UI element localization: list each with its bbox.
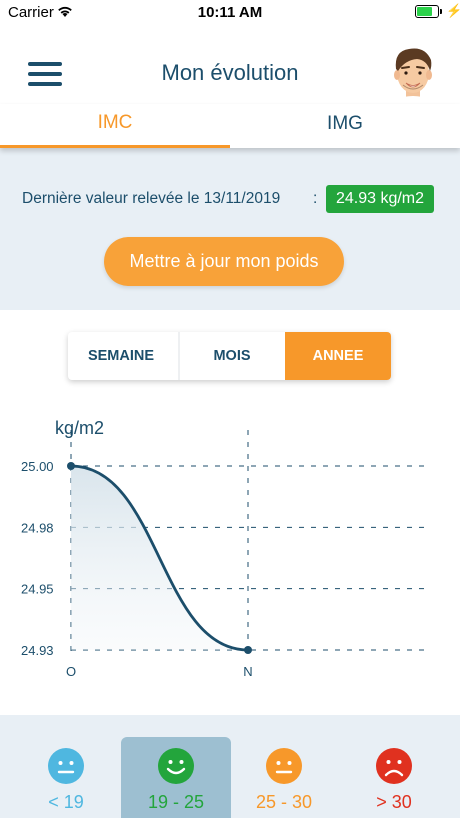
user-avatar[interactable] [387, 42, 439, 108]
category-underweight[interactable]: < 19 [11, 715, 121, 818]
tab-imc[interactable]: IMC [0, 104, 230, 148]
status-bar: Carrier 10:11 AM ⚡ [0, 0, 460, 26]
frowning-face-icon [376, 748, 412, 784]
period-selector: SEMAINE MOIS ANNEE [68, 332, 391, 380]
period-month-button[interactable]: MOIS [178, 332, 284, 380]
bmi-categories: < 19 19 - 25 25 - 30 > 30 [0, 715, 460, 818]
y-tick-label: 24.98 [21, 520, 54, 535]
battery-tip [440, 9, 442, 14]
tab-img[interactable]: IMG [230, 104, 460, 148]
update-weight-button[interactable]: Mettre à jour mon poids [104, 237, 344, 286]
y-tick-label: 25.00 [21, 459, 54, 474]
tab-bar: IMC IMG [0, 104, 460, 148]
category-overweight[interactable]: 25 - 30 [229, 715, 339, 818]
y-tick-label: 24.95 [21, 582, 54, 597]
last-value-label: Dernière valeur relevée le 13/11/2019 [22, 190, 281, 207]
category-normal[interactable]: 19 - 25 [121, 737, 231, 818]
period-week-button[interactable]: SEMAINE [68, 332, 174, 380]
x-tick-label: N [243, 664, 252, 679]
category-range: 19 - 25 [147, 792, 205, 812]
category-obese[interactable]: > 30 [339, 715, 449, 818]
neutral-face-icon [48, 748, 84, 784]
category-range: > 30 [376, 792, 412, 812]
data-point [67, 462, 75, 470]
data-point [244, 646, 252, 654]
category-range: 25 - 30 [255, 792, 313, 812]
summary-panel: Dernière valeur relevée le 13/11/2019 : … [0, 148, 460, 310]
y-axis-label: kg/m2 [55, 418, 104, 438]
y-tick-label: 24.93 [21, 643, 54, 658]
x-tick-label: O [66, 664, 76, 679]
charging-icon: ⚡ [446, 3, 460, 18]
bmi-line-chart: kg/m2 25.00 24.98 24.95 24.93 O N [21, 418, 430, 679]
period-year-button[interactable]: ANNEE [285, 332, 391, 380]
battery-icon [415, 5, 439, 18]
clock: 10:11 AM [197, 4, 263, 21]
category-range: < 19 [48, 792, 84, 812]
smiling-face-icon [158, 748, 194, 784]
neutral-face-icon [266, 748, 302, 784]
separator: : [313, 190, 318, 207]
value-badge: 24.93 kg/m2 [326, 185, 434, 213]
